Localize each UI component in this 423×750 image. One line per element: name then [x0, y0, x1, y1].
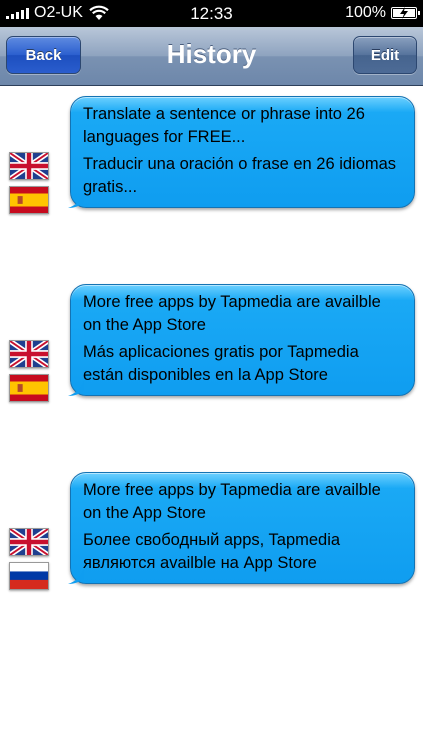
spain-flag-icon	[9, 374, 49, 402]
battery-icon	[391, 7, 420, 19]
status-bar: O2-UK 12:33 100%	[0, 0, 423, 27]
source-text: Translate a sentence or phrase into 26 l…	[83, 105, 365, 146]
translated-text: Более свободный apps, Tapmedia являются …	[83, 531, 341, 572]
flag-pair	[9, 152, 49, 220]
bubble-tail	[68, 192, 84, 208]
translation-bubble[interactable]: More free apps by Tapmedia are availble …	[68, 472, 415, 584]
translated-text: Más aplicaciones gratis por Tapmedia est…	[83, 343, 359, 384]
bubble-container: More free apps by Tapmedia are availble …	[60, 472, 415, 584]
edit-button[interactable]: Edit	[353, 36, 417, 74]
uk-flag-icon	[9, 340, 49, 368]
uk-flag-icon	[9, 528, 49, 556]
bubble-container: More free apps by Tapmedia are availble …	[60, 284, 415, 396]
source-text: More free apps by Tapmedia are availble …	[83, 293, 381, 334]
bubble-container: Translate a sentence or phrase into 26 l…	[60, 96, 415, 208]
bubble-tail	[68, 568, 84, 584]
uk-flag-icon	[9, 152, 49, 180]
spain-flag-icon	[9, 186, 49, 214]
flag-pair	[9, 340, 49, 408]
bubble-tail	[68, 380, 84, 396]
flag-pair	[9, 528, 49, 596]
navigation-bar: Back History Edit	[0, 27, 423, 86]
status-right: 100%	[345, 4, 420, 22]
battery-percent: 100%	[345, 4, 386, 21]
source-text: More free apps by Tapmedia are availble …	[83, 481, 381, 522]
translated-text: Traducir una oración o frase en 26 idiom…	[83, 155, 397, 196]
russia-flag-icon	[9, 562, 49, 590]
translation-bubble[interactable]: Translate a sentence or phrase into 26 l…	[68, 96, 415, 208]
translation-bubble[interactable]: More free apps by Tapmedia are availble …	[68, 284, 415, 396]
